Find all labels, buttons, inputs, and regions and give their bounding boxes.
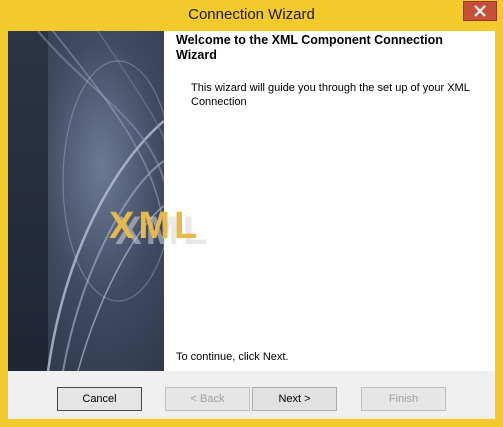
xml-logo-icon: XML XML [109,205,207,253]
wizard-description: This wizard will guide you through the s… [191,82,470,108]
wizard-window: Connection Wizard Welcome to the XML Com… [0,0,503,427]
continue-instruction: To continue, click Next. [176,351,289,363]
cancel-button[interactable]: Cancel [57,387,142,411]
xml-logo-text: XML [109,205,201,247]
back-button[interactable]: < Back [165,387,250,411]
finish-button[interactable]: Finish [361,387,446,411]
wizard-client-area: Welcome to the XML Component Connection … [8,31,495,419]
window-title: Connection Wizard [188,6,315,23]
next-button[interactable]: Next > [252,387,337,411]
svg-text:XML: XML [109,205,201,247]
close-button[interactable] [463,1,497,21]
close-icon [474,5,486,17]
wizard-heading: Welcome to the XML Component Connection … [176,33,443,62]
title-bar[interactable]: Connection Wizard [0,0,503,32]
